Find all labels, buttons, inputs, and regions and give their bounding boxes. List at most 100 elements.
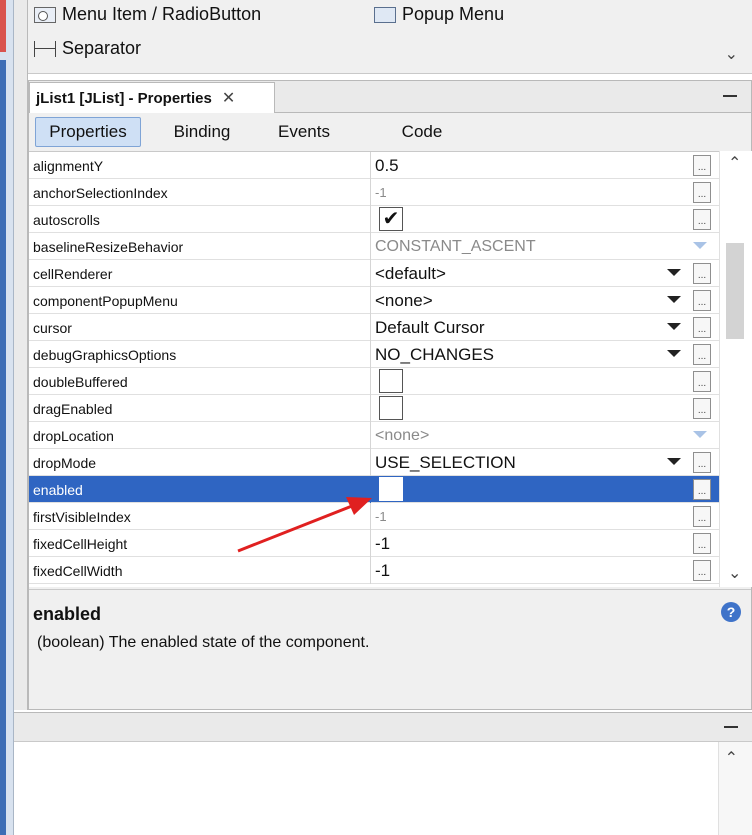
properties-panel: jList1 [JList] - Properties ✕ Properties…: [28, 80, 752, 710]
property-row-baselineResizeBehavior[interactable]: baselineResizeBehavior CONSTANT_ASCENT: [29, 233, 719, 260]
ellipsis-button[interactable]: ...: [693, 533, 711, 554]
property-value-field[interactable]: -1: [375, 530, 691, 557]
ellipsis-button[interactable]: ...: [693, 560, 711, 581]
palette-item-popup-menu[interactable]: Popup Menu: [374, 4, 504, 25]
properties-window-tab[interactable]: jList1 [JList] - Properties ✕: [29, 82, 275, 113]
property-row-componentPopupMenu[interactable]: componentPopupMenu <none> ...: [29, 287, 719, 314]
scrollbar-thumb[interactable]: [726, 243, 744, 339]
property-checkbox-checked[interactable]: ✔: [379, 207, 403, 231]
property-row-enabled[interactable]: enabled ...: [29, 476, 719, 503]
left-edge-marker: [0, 0, 6, 52]
property-checkbox-unchecked[interactable]: [379, 396, 403, 420]
palette-item-separator[interactable]: Separator: [34, 38, 141, 59]
tab-events[interactable]: Events: [259, 117, 349, 147]
property-name: fixedCellWidth: [33, 557, 371, 584]
property-name: debugGraphicsOptions: [33, 341, 371, 368]
tab-properties[interactable]: Properties: [35, 117, 141, 147]
ellipsis-button[interactable]: ...: [693, 452, 711, 473]
minimize-icon[interactable]: [724, 726, 738, 728]
property-table-scrollbar[interactable]: ⌃ ⌄: [719, 151, 752, 587]
ellipsis-button[interactable]: ...: [693, 398, 711, 419]
ellipsis-button[interactable]: ...: [693, 317, 711, 338]
radio-menu-icon: [34, 6, 56, 23]
bottom-panel-header: [14, 712, 752, 742]
property-name: dropLocation: [33, 422, 371, 449]
property-name: doubleBuffered: [33, 368, 371, 395]
property-row-alignmentY[interactable]: alignmentY 0.5 ...: [29, 152, 719, 179]
ellipsis-button[interactable]: ...: [693, 344, 711, 365]
property-table: alignmentY 0.5 ... anchorSelectionIndex …: [29, 151, 719, 587]
dropdown-arrow-icon[interactable]: [667, 350, 681, 357]
property-row-dropMode[interactable]: dropMode USE_SELECTION ...: [29, 449, 719, 476]
property-row-autoscrolls[interactable]: autoscrolls ✔ ...: [29, 206, 719, 233]
property-row-doubleBuffered[interactable]: doubleBuffered ...: [29, 368, 719, 395]
ellipsis-button[interactable]: ...: [693, 290, 711, 311]
property-checkbox-unchecked[interactable]: [379, 477, 403, 501]
palette-item-label: Menu Item / RadioButton: [62, 4, 262, 24]
property-name: firstVisibleIndex: [33, 503, 371, 530]
palette-item-radio-menu[interactable]: Menu Item / RadioButton: [34, 4, 261, 25]
property-value-readonly: CONSTANT_ASCENT: [375, 237, 536, 255]
property-row-dragEnabled[interactable]: dragEnabled ...: [29, 395, 719, 422]
property-name: fixedCellHeight: [33, 530, 371, 557]
property-row-fixedCellHeight[interactable]: fixedCellHeight -1 ...: [29, 530, 719, 557]
property-row-cellRenderer[interactable]: cellRenderer <default> ...: [29, 260, 719, 287]
properties-window-title: jList1 [JList] - Properties: [36, 89, 212, 107]
property-row-fixedCellWidth[interactable]: fixedCellWidth -1 ...: [29, 557, 719, 584]
help-icon[interactable]: ?: [721, 602, 741, 622]
property-combo[interactable]: NO_CHANGES: [375, 341, 691, 368]
property-checkbox-unchecked[interactable]: [379, 369, 403, 393]
property-subtabs: Properties Binding Events Code: [29, 113, 751, 151]
property-name: anchorSelectionIndex: [33, 179, 371, 206]
popup-menu-icon: [374, 6, 396, 23]
chevron-up-icon[interactable]: ⌃: [728, 153, 741, 173]
property-value-field[interactable]: 0.5: [375, 152, 691, 179]
property-name: componentPopupMenu: [33, 287, 371, 314]
dropdown-arrow-icon[interactable]: [667, 269, 681, 276]
close-icon[interactable]: ✕: [222, 88, 235, 108]
property-combo[interactable]: USE_SELECTION: [375, 449, 691, 476]
palette-item-label: Separator: [62, 38, 142, 58]
property-value-field[interactable]: -1: [375, 557, 691, 584]
property-row-firstVisibleIndex[interactable]: firstVisibleIndex -1 ...: [29, 503, 719, 530]
property-name: baselineResizeBehavior: [33, 233, 371, 260]
property-row-anchorSelectionIndex[interactable]: anchorSelectionIndex -1 ...: [29, 179, 719, 206]
property-combo[interactable]: <default>: [375, 260, 691, 287]
property-name: enabled: [33, 476, 371, 503]
ellipsis-button[interactable]: ...: [693, 155, 711, 176]
dropdown-arrow-icon[interactable]: [667, 458, 681, 465]
dropdown-arrow-icon[interactable]: [667, 323, 681, 330]
ellipsis-button[interactable]: ...: [693, 371, 711, 392]
property-combo[interactable]: <none>: [375, 287, 691, 314]
left-edge-blue-bar: [0, 60, 6, 835]
property-row-debugGraphicsOptions[interactable]: debugGraphicsOptions NO_CHANGES ...: [29, 341, 719, 368]
property-row-cursor[interactable]: cursor Default Cursor ...: [29, 314, 719, 341]
property-name: alignmentY: [33, 152, 371, 179]
ellipsis-button[interactable]: ...: [693, 182, 711, 203]
description-title: enabled: [33, 604, 102, 624]
property-name: cellRenderer: [33, 260, 371, 287]
dropdown-arrow-icon: [693, 242, 707, 249]
ellipsis-button[interactable]: ...: [693, 209, 711, 230]
tab-binding[interactable]: Binding: [157, 117, 247, 147]
separator-icon: [34, 40, 56, 57]
chevron-down-icon[interactable]: ⌄: [725, 44, 738, 64]
property-name: autoscrolls: [33, 206, 371, 233]
property-description-area: enabled (boolean) The enabled state of t…: [29, 589, 751, 709]
property-name: dragEnabled: [33, 395, 371, 422]
minimize-icon[interactable]: [723, 95, 737, 97]
palette-item-label: Popup Menu: [402, 4, 505, 24]
chevron-up-icon[interactable]: ⌃: [725, 748, 738, 768]
ellipsis-button[interactable]: ...: [693, 479, 711, 500]
property-value-readonly: -1: [375, 509, 387, 524]
palette-section: Menu Item / RadioButton Popup Menu Separ…: [28, 0, 752, 74]
property-combo[interactable]: Default Cursor: [375, 314, 691, 341]
chevron-down-icon[interactable]: ⌄: [728, 563, 741, 583]
dropdown-arrow-icon[interactable]: [667, 296, 681, 303]
property-row-dropLocation[interactable]: dropLocation <none>: [29, 422, 719, 449]
ellipsis-button[interactable]: ...: [693, 506, 711, 527]
description-text: (boolean) The enabled state of the compo…: [37, 634, 370, 651]
dropdown-arrow-icon: [693, 431, 707, 438]
ellipsis-button[interactable]: ...: [693, 263, 711, 284]
tab-code[interactable]: Code: [377, 117, 467, 147]
